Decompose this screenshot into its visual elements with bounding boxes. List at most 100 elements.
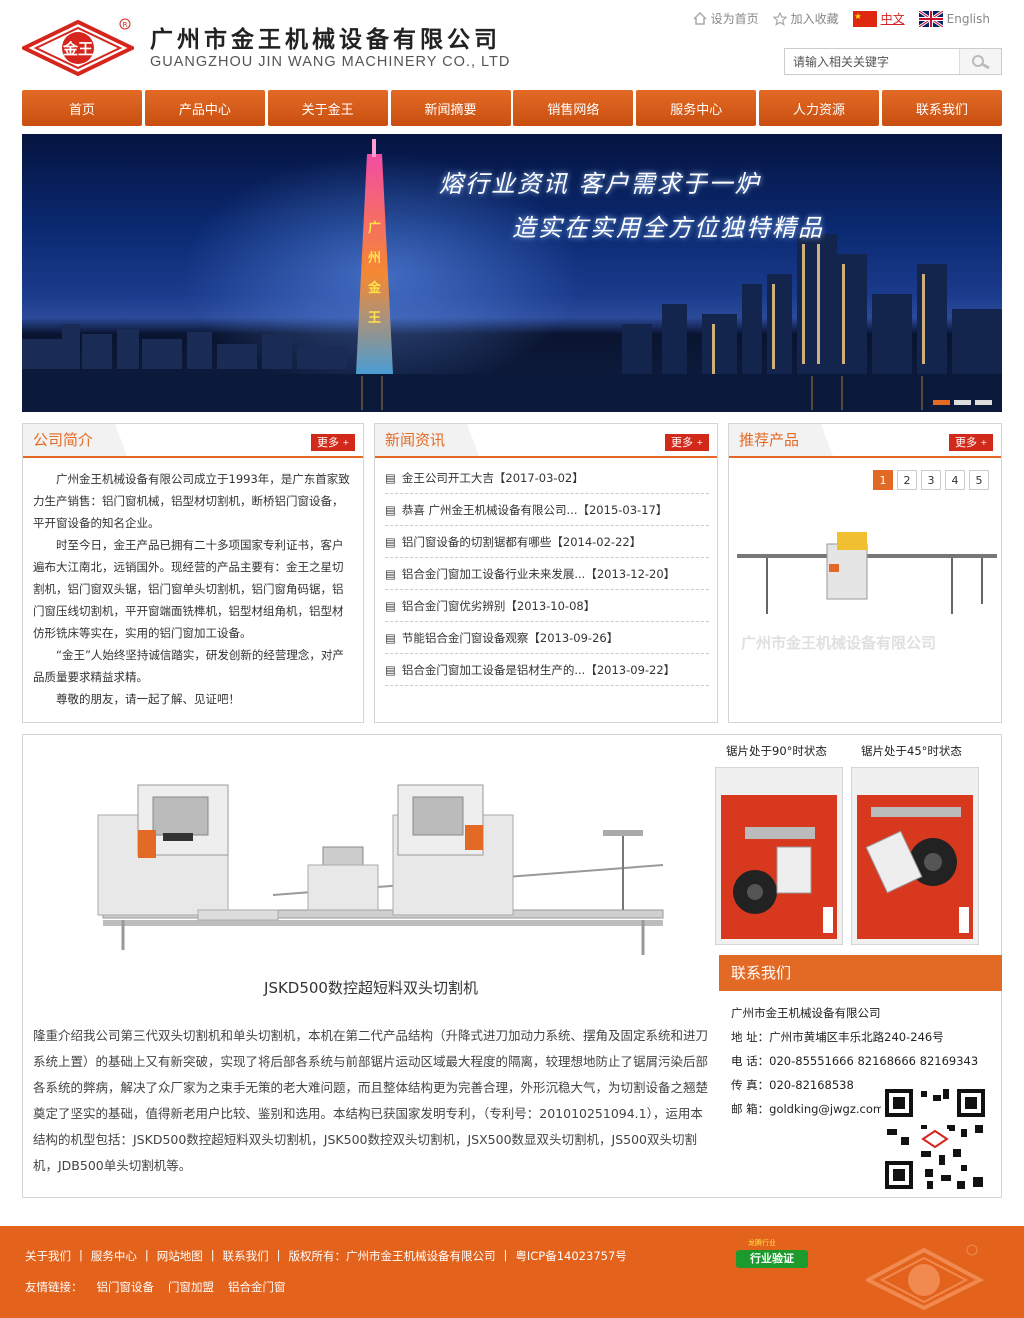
news-item[interactable]: ▤ 金王公司开工大吉【2017-03-02】 <box>385 462 709 494</box>
slider-dots <box>933 400 992 405</box>
product-description: 隆重介绍我公司第三代双头切割机和单头切割机，本机在第二代产品结构（升降式进刀加动… <box>33 1028 709 1173</box>
lang-en-label: English <box>946 11 990 26</box>
products-more-button[interactable]: 更多 + <box>949 434 993 451</box>
news-more-button[interactable]: 更多 + <box>665 434 709 451</box>
nav-home[interactable]: 首页 <box>22 90 142 126</box>
doc-icon: ▤ <box>385 566 396 581</box>
company-intro-panel: 公司简介 更多 + 广州金王机械设备有限公司成立于1993年，是广东首家致力生产… <box>22 423 364 723</box>
footer-separator: | <box>79 1248 83 1262</box>
panel-header: 公司简介 更多 + <box>23 424 363 458</box>
news-item-text: 恭喜 广州金王机械设备有限公司...【2015-03-17】 <box>401 502 668 517</box>
news-item[interactable]: ▤ 铝合金门窗加工设备是铝材生产的...【2013-09-22】 <box>385 654 709 686</box>
search-box <box>784 48 1002 75</box>
qr-code <box>881 1085 989 1193</box>
nav-sales[interactable]: 销售网络 <box>513 90 634 126</box>
doc-icon: ▤ <box>385 630 396 645</box>
state-45-label: 锯片处于45°时状态 <box>861 744 962 758</box>
footer-link-contact[interactable]: 联系我们 <box>223 1248 269 1264</box>
news-item-text: 铝门窗设备的切割锯都有哪些【2014-02-22】 <box>401 534 642 549</box>
intro-text: 广州金王机械设备有限公司成立于1993年，是广东首家致力生产销售：铝门窗机械，铝… <box>23 458 363 710</box>
state-90-label: 锯片处于90°时状态 <box>726 744 827 758</box>
doc-icon: ▤ <box>385 534 396 549</box>
news-item-text: 铝合金门窗加工设备是铝材生产的...【2013-09-22】 <box>401 662 676 677</box>
lang-en-link[interactable]: English <box>918 10 990 27</box>
contact-company: 广州市金王机械设备有限公司 <box>731 1006 881 1020</box>
news-item[interactable]: ▤ 铝合金门窗加工设备行业未来发展...【2013-12-20】 <box>385 558 709 590</box>
slider-dot-3[interactable] <box>975 400 992 405</box>
nav-news[interactable]: 新闻摘要 <box>390 90 511 126</box>
uk-flag-icon <box>918 10 943 27</box>
product-pager: 1 2 3 4 5 <box>873 470 989 490</box>
nav-hr[interactable]: 人力资源 <box>759 90 880 126</box>
news-item-text: 铝合金门窗加工设备行业未来发展...【2013-12-20】 <box>401 566 676 581</box>
news-panel: 新闻资讯 更多 + ▤ 金王公司开工大吉【2017-03-02】 ▤ 恭喜 广州金王… <box>374 423 718 723</box>
set-homepage-link[interactable]: 设为首页 <box>693 10 759 27</box>
search-button[interactable] <box>959 49 1001 74</box>
set-homepage-label: 设为首页 <box>710 12 759 26</box>
footer-logo-watermark <box>866 1244 984 1311</box>
intro-more-button[interactable]: 更多 + <box>311 434 355 451</box>
pager-page[interactable]: 3 <box>921 470 941 490</box>
footer-links: 关于我们 | 服务中心 | 网站地图 | 联系我们 | 版权所有：广州市金王机械设备有限… <box>25 1248 627 1264</box>
svg-text:广: 广 <box>368 220 381 236</box>
nav-products[interactable]: 产品中心 <box>144 90 265 126</box>
search-input[interactable] <box>785 49 959 74</box>
news-item[interactable]: ▤ 恭喜 广州金王机械设备有限公司...【2015-03-17】 <box>385 494 709 526</box>
hero-banner[interactable]: 广州金王 熔行业资讯 客户需求于一炉 造实在实用全方位独特精品 <box>22 134 1002 412</box>
news-item-text: 节能铝合金门窗设备观察【2013-09-26】 <box>401 630 619 645</box>
footer-icp[interactable]: 粤ICP备14023757号 <box>515 1248 626 1264</box>
slider-dot-1[interactable] <box>933 400 950 405</box>
panel-title: 新闻资讯 <box>385 431 446 449</box>
svg-text:R: R <box>123 21 128 29</box>
footer-link-sitemap[interactable]: 网站地图 <box>157 1248 203 1264</box>
pager-page[interactable]: 1 <box>873 470 893 490</box>
doc-icon: ▤ <box>385 598 396 613</box>
svg-text:金王: 金王 <box>62 40 93 58</box>
news-item[interactable]: ▤ 铝合金门窗优劣辨别【2013-10-08】 <box>385 590 709 622</box>
news-item-text: 铝合金门窗优劣辨别【2013-10-08】 <box>401 598 596 613</box>
header: 金王 R 广州市金王机械设备有限公司 GUANGZHOU JIN WANG MA… <box>0 0 1024 90</box>
friend-links-label: 友情链接： <box>25 1280 83 1294</box>
panel-title: 推荐产品 <box>739 431 800 449</box>
contact-phone: 电 话：020-85551666 82168666 82169343 <box>731 1054 979 1068</box>
home-icon <box>693 12 707 25</box>
badge-top-text: 龙腾行业 <box>748 1239 776 1247</box>
banner-slogan-1: 熔行业资讯 客户需求于一炉 <box>439 170 761 198</box>
product-section: JSKD500数控超短料双头切割机 隆重介绍我公司第三代双头切割机和单头切割机，… <box>22 734 1002 1198</box>
friend-link[interactable]: 门窗加盟 <box>168 1279 214 1295</box>
intro-paragraph: 时至今日，金王产品已拥有二十多项国家专利证书，客户遍布大江南北，远销国外。现经营… <box>33 538 344 640</box>
news-item[interactable]: ▤ 铝门窗设备的切割锯都有哪些【2014-02-22】 <box>385 526 709 558</box>
nav-about[interactable]: 关于金王 <box>267 90 388 126</box>
panel-title: 公司简介 <box>33 431 94 449</box>
nav-contact[interactable]: 联系我们 <box>881 90 1002 126</box>
contact-address: 地 址：广州市黄埔区丰乐北路240-246号 <box>731 1030 944 1044</box>
news-item[interactable]: ▤ 节能铝合金门窗设备观察【2013-09-26】 <box>385 622 709 654</box>
lang-cn-link[interactable]: 中文 <box>852 10 905 27</box>
pager-page[interactable]: 2 <box>897 470 917 490</box>
add-favorite-link[interactable]: 加入收藏 <box>772 10 839 27</box>
panel-header: 新闻资讯 更多 + <box>375 424 717 458</box>
friend-link[interactable]: 铝合金门窗 <box>228 1279 286 1295</box>
nav-service[interactable]: 服务中心 <box>636 90 757 126</box>
footer-link-about[interactable]: 关于我们 <box>25 1248 71 1264</box>
contact-header: 联系我们 <box>719 955 1002 991</box>
panel-header: 推荐产品 更多 + <box>729 424 1001 458</box>
pager-page[interactable]: 5 <box>969 470 989 490</box>
footer-separator: | <box>276 1248 281 1262</box>
intro-paragraph: 尊敬的朋友，请一起了解、见证吧！ <box>56 692 240 706</box>
svg-text:州: 州 <box>367 251 381 266</box>
main-nav: 首页 产品中心 关于金王 新闻摘要 销售网络 服务中心 人力资源 联系我们 <box>22 90 1002 126</box>
slider-dot-2[interactable] <box>954 400 971 405</box>
friend-link[interactable]: 铝门窗设备 <box>97 1279 155 1295</box>
doc-icon: ▤ <box>385 470 396 485</box>
pager-page[interactable]: 4 <box>945 470 965 490</box>
double-head-saw-image <box>97 784 664 955</box>
footer-separator: | <box>144 1248 149 1262</box>
footer-link-service[interactable]: 服务中心 <box>91 1248 137 1264</box>
industry-badge[interactable]: 龙腾行业 行业验证 <box>734 1238 812 1274</box>
intro-paragraph: “金王”人始终坚持诚信踏实，研发创新的经营理念，对产品质量要求精益求精。 <box>33 648 344 684</box>
footer-copyright: 版权所有：广州市金王机械设备有限公司 <box>288 1249 496 1263</box>
product-thumbnail[interactable] <box>737 524 997 624</box>
company-logo[interactable]: 金王 R <box>22 16 134 76</box>
lang-cn-label: 中文 <box>880 12 905 26</box>
